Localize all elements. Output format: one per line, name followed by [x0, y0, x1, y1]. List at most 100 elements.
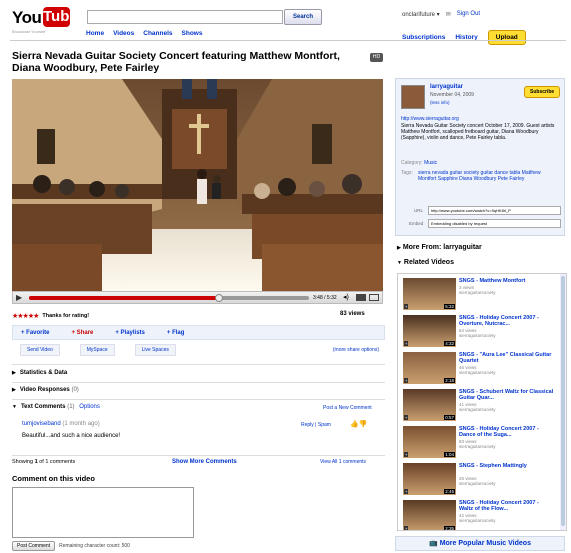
- comment-time: (1 month ago): [62, 421, 100, 427]
- video-thumbnail[interactable]: 1:04 +: [403, 426, 456, 458]
- video-description: Sierra Nevada Guitar Society concert Oct…: [401, 123, 555, 141]
- volume-icon[interactable]: ◂): [343, 293, 349, 301]
- add-to-queue-icon[interactable]: +: [404, 526, 409, 530]
- favorite-button[interactable]: + Favorite: [21, 330, 50, 336]
- video-thumbnail[interactable]: 2:18 +: [403, 352, 456, 384]
- related-video-item[interactable]: 1:04 + SNGS - Holiday Concert 2007 - Dance…: [398, 425, 558, 461]
- username-menu[interactable]: onclarifuture ▾: [402, 11, 440, 18]
- video-player[interactable]: [12, 79, 383, 291]
- nav-channels[interactable]: Channels: [143, 30, 172, 37]
- nav-shows[interactable]: Shows: [182, 30, 203, 37]
- church-scene-image: [12, 79, 383, 291]
- playlists-button[interactable]: + Playlists: [115, 330, 145, 336]
- uploader-avatar[interactable]: [401, 85, 425, 109]
- responses-section-toggle[interactable]: ▶ Video Responses (0): [12, 387, 79, 393]
- show-more-comments-link[interactable]: Show More Comments: [172, 459, 237, 465]
- related-video-user[interactable]: sierraguitarsociety: [459, 518, 496, 523]
- rating-stars[interactable]: ★★★★★: [12, 312, 39, 320]
- url-field[interactable]: http://www.youtube.com/watch?v=9qHK8rl_P: [428, 206, 561, 215]
- hd-icon[interactable]: HD: [370, 53, 383, 62]
- nav-home[interactable]: Home: [86, 30, 104, 37]
- seek-bar[interactable]: [29, 294, 309, 302]
- inbox-icon[interactable]: ✉: [446, 11, 451, 18]
- more-from-label: More From: larryaguitar: [402, 244, 482, 251]
- embed-field[interactable]: Embedding disabled by request: [428, 219, 561, 228]
- triangle-right-icon: ▶: [12, 370, 16, 376]
- scrollbar-thumb[interactable]: [561, 276, 565, 526]
- send-video-button[interactable]: Send Video: [20, 344, 60, 356]
- add-to-queue-icon[interactable]: +: [404, 378, 409, 383]
- video-thumbnail[interactable]: 0:57 +: [403, 389, 456, 421]
- popout-icon[interactable]: [356, 294, 366, 301]
- related-video-item[interactable]: 5:32 + SNGS - Matthew Montfort 3 views sierr…: [398, 277, 558, 313]
- comment-textarea[interactable]: [12, 487, 194, 538]
- related-video-item[interactable]: 4:32 + SNGS - Holiday Concert 2007 - Overt…: [398, 314, 558, 350]
- tags-links[interactable]: sierra nevada guitar society guitar danc…: [418, 170, 558, 182]
- subscribe-button[interactable]: Subscribe: [524, 86, 561, 98]
- stats-section-toggle[interactable]: ▶ Statistics & Data: [12, 370, 67, 376]
- related-video-user[interactable]: sierraguitarsociety: [459, 290, 496, 295]
- comments-section-toggle[interactable]: ▼ Text Comments (1) Options: [12, 404, 100, 410]
- view-all-comments-link[interactable]: View All 1 comments: [320, 459, 366, 465]
- view-count: 83 views: [340, 311, 365, 317]
- flag-button[interactable]: + Flag: [167, 330, 185, 336]
- add-to-queue-icon[interactable]: +: [404, 489, 409, 494]
- myspace-button[interactable]: MySpace: [79, 344, 115, 356]
- related-video-title[interactable]: SNGS - Matthew Montfort: [459, 278, 554, 284]
- related-video-user[interactable]: sierraguitarsociety: [459, 481, 496, 486]
- post-new-comment-link[interactable]: Post a New Comment: [323, 405, 372, 411]
- related-video-title[interactable]: SNGS - "Aura Lee" Classical Guitar Quart…: [459, 352, 554, 364]
- more-share-options-link[interactable]: (more share options): [333, 347, 379, 353]
- more-from-toggle[interactable]: ▶ More From: larryaguitar: [397, 244, 482, 251]
- comment-reply-link[interactable]: Reply | Spam: [301, 422, 331, 428]
- related-video-item[interactable]: 0:57 + SNGS - Schubert Waltz for Classical…: [398, 388, 558, 424]
- uploader-url[interactable]: http://www.sierraguitar.org: [401, 116, 459, 122]
- thumbs-icons[interactable]: 👍👎: [350, 420, 367, 428]
- related-video-title[interactable]: SNGS - Stephen Mattingly: [459, 463, 554, 469]
- live-spaces-button[interactable]: Live Spaces: [134, 344, 176, 356]
- video-thumbnail[interactable]: 2:35 +: [403, 500, 456, 530]
- related-video-item[interactable]: 2:18 + SNGS - "Aura Lee" Classical Guitar …: [398, 351, 558, 387]
- account-nav: Subscriptions History Upload: [402, 30, 526, 45]
- search-input[interactable]: [87, 10, 283, 24]
- add-to-queue-icon[interactable]: +: [404, 304, 409, 309]
- related-video-title[interactable]: SNGS - Schubert Waltz for Classical Guit…: [459, 389, 554, 401]
- related-video-user[interactable]: sierraguitarsociety: [459, 370, 496, 375]
- showing-tail: of 1 comments: [39, 459, 76, 465]
- video-thumbnail[interactable]: 2:45 +: [403, 463, 456, 495]
- video-thumbnail[interactable]: 4:32 +: [403, 315, 456, 347]
- divider: [12, 382, 385, 383]
- related-video-user[interactable]: sierraguitarsociety: [459, 444, 496, 449]
- sign-out-link[interactable]: Sign Out: [457, 11, 480, 18]
- video-thumbnail[interactable]: 5:32 +: [403, 278, 456, 310]
- share-button[interactable]: + Share: [72, 330, 94, 336]
- category-link[interactable]: Music: [424, 160, 437, 166]
- related-video-item[interactable]: 2:35 + SNGS - Holiday Concert 2007 - Waltz…: [398, 499, 558, 530]
- uploader-name[interactable]: larryaguitar: [430, 84, 463, 90]
- more-popular-button[interactable]: 📺 More Popular Music Videos: [395, 536, 565, 551]
- add-to-queue-icon[interactable]: +: [404, 341, 409, 346]
- related-video-user[interactable]: sierraguitarsociety: [459, 333, 496, 338]
- comment-author-name[interactable]: tumjoviseband: [22, 421, 61, 427]
- upload-button[interactable]: Upload: [487, 30, 526, 45]
- search-button[interactable]: Search: [284, 9, 322, 25]
- video-duration: 2:18: [444, 378, 455, 383]
- comment-options-link[interactable]: Options: [79, 404, 100, 410]
- youtube-logo[interactable]: You Tube Broadcast Yourself: [12, 6, 78, 34]
- related-video-user[interactable]: sierraguitarsociety: [459, 407, 496, 412]
- related-videos-toggle[interactable]: ▼ Related Videos: [397, 259, 454, 266]
- nav-videos[interactable]: Videos: [113, 30, 134, 37]
- fullscreen-icon[interactable]: [369, 294, 379, 301]
- related-video-title[interactable]: SNGS - Holiday Concert 2007 - Waltz of t…: [459, 500, 554, 512]
- comment-author[interactable]: tumjoviseband (1 month ago): [22, 421, 100, 427]
- add-to-queue-icon[interactable]: +: [404, 415, 409, 420]
- responses-count: (0): [71, 387, 79, 393]
- related-video-item[interactable]: 2:45 + SNGS - Stephen Mattingly 25 views sie…: [398, 462, 558, 498]
- less-info-link[interactable]: (less info): [430, 100, 450, 105]
- related-video-title[interactable]: SNGS - Holiday Concert 2007 - Dance of t…: [459, 426, 554, 438]
- play-icon[interactable]: ▶: [16, 293, 22, 302]
- post-comment-button[interactable]: Post Comment: [12, 541, 56, 551]
- seek-handle[interactable]: [215, 294, 223, 302]
- add-to-queue-icon[interactable]: +: [404, 452, 409, 457]
- related-video-title[interactable]: SNGS - Holiday Concert 2007 - Overture, …: [459, 315, 554, 327]
